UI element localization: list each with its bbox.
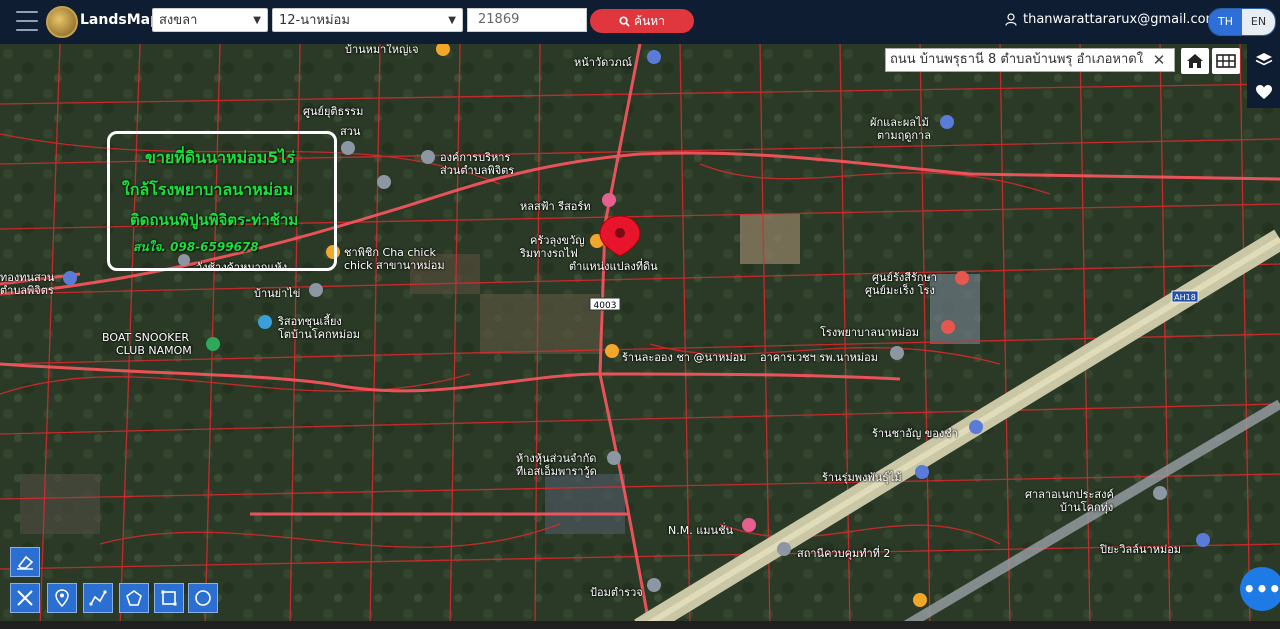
place-label: บ้านโคกทุ่ง — [1060, 501, 1114, 514]
place-label: BOAT SNOOKER — [102, 331, 190, 344]
place-label: อาคารเวชฯ รพ.นาหม่อม — [760, 351, 879, 364]
place-label: ศูนย์ยุติธรรม — [303, 105, 364, 118]
address-search-input[interactable]: ถนน บ้านพรุธานี 8 ตำบลบ้านพรุ อำเภอหาดให… — [885, 48, 1175, 72]
eraser-tool[interactable] — [10, 547, 40, 577]
place-label: บ้านหมาใหญ่เจ — [345, 44, 419, 56]
more-options-button[interactable]: ••• — [1240, 567, 1280, 611]
place-label: หน้าวัดวภณ์ — [574, 56, 632, 69]
place-label: ร้านชาอัญ ของชำ — [872, 427, 958, 440]
place-label: ปิยะวิลล์นาหม่อม — [1100, 543, 1182, 556]
place-label: สวน — [340, 125, 361, 138]
place-label: N.M. แมนชั่น — [668, 524, 734, 537]
place-label: ทีเอสเอ็มพาราวู้ด — [516, 465, 597, 478]
place-label: ตำแหน่งแปลงที่ดิน — [569, 260, 658, 273]
language-toggle[interactable]: TH EN — [1208, 8, 1276, 36]
top-bar: LandsMaps สงขลา ▼ 12-นาหม่อม ▼ 21869 ค้นหา… — [0, 0, 1280, 44]
search-label: ค้นหา — [634, 13, 665, 28]
place-label: ตามฤดูกาล — [877, 129, 931, 142]
parcel-input[interactable]: 21869 — [467, 8, 587, 32]
more-icon: ••• — [1242, 577, 1280, 601]
province-select[interactable]: สงขลา ▼ — [152, 8, 268, 32]
chevron-down-icon: ▼ — [253, 15, 261, 26]
grid-button[interactable] — [1212, 48, 1240, 74]
marker-icon — [55, 589, 69, 607]
lang-en-button[interactable]: EN — [1242, 9, 1275, 35]
place-label: CLUB NAMOM — [116, 344, 192, 357]
road-code-4003: 4003 — [594, 301, 617, 311]
place-label: ศูนย์มะเร็ง โรง — [865, 284, 935, 297]
close-icon[interactable]: ✕ — [1144, 49, 1174, 71]
marker-tool[interactable] — [47, 583, 77, 613]
place-label: ป้อมตำรวจ — [590, 586, 643, 599]
home-icon — [1187, 54, 1203, 68]
district-select[interactable]: 12-นาหม่อม ▼ — [272, 8, 463, 32]
heart-icon — [1255, 85, 1272, 99]
place-label: ร้านละออง ชา @นาหม่อม — [622, 351, 747, 364]
place-label: ร้านรุ่มพงพันธุ์ไม้ — [822, 471, 902, 484]
logo-icon — [46, 6, 78, 38]
favorite-button[interactable] — [1247, 76, 1280, 108]
place-label: หลสฟ้า รีสอร์ท — [520, 200, 591, 213]
lang-th-button[interactable]: TH — [1209, 9, 1242, 35]
circle-icon — [195, 590, 211, 606]
ad-box — [107, 131, 337, 271]
chevron-down-icon: ▼ — [448, 15, 456, 26]
layers-button[interactable] — [1247, 44, 1280, 76]
polygon-icon — [126, 590, 142, 606]
polygon-tool[interactable] — [119, 583, 149, 613]
os-taskbar — [0, 621, 1280, 629]
measure-tool[interactable] — [10, 583, 40, 613]
place-label: บ้านย่าไข่ — [254, 287, 301, 300]
user-email: thanwarattararux@gmail.com — [1023, 12, 1219, 27]
user-icon — [1005, 13, 1017, 26]
place-label: ตำบลพิจิตร — [0, 284, 54, 297]
place-label: สถานีควบคุมทำที่ 2 — [797, 547, 891, 560]
search-button[interactable]: ค้นหา — [590, 9, 694, 33]
home-button[interactable] — [1181, 48, 1209, 74]
eraser-icon — [17, 555, 34, 570]
user-menu[interactable]: thanwarattararux@gmail.com ▼ — [1005, 12, 1231, 27]
place-label: chick สาขานาหม่อม — [344, 259, 445, 272]
grid-icon — [1216, 54, 1236, 68]
ruler-pencil-icon — [17, 590, 33, 606]
place-label: โตบ้านโคกหม่อม — [278, 328, 361, 341]
road-code-ah18: AH18 — [1174, 293, 1196, 302]
place-label: โรงพยาบาลนาหม่อม — [820, 326, 920, 339]
polyline-tool[interactable] — [83, 583, 113, 613]
menu-icon[interactable] — [16, 11, 38, 31]
search-icon — [619, 15, 630, 27]
rectangle-icon — [161, 590, 177, 606]
place-label: ส่วนตำบลพิจิตร — [440, 164, 515, 177]
circle-tool[interactable] — [188, 583, 218, 613]
rectangle-tool[interactable] — [154, 583, 184, 613]
polyline-icon — [89, 590, 107, 606]
layers-icon — [1255, 53, 1272, 66]
